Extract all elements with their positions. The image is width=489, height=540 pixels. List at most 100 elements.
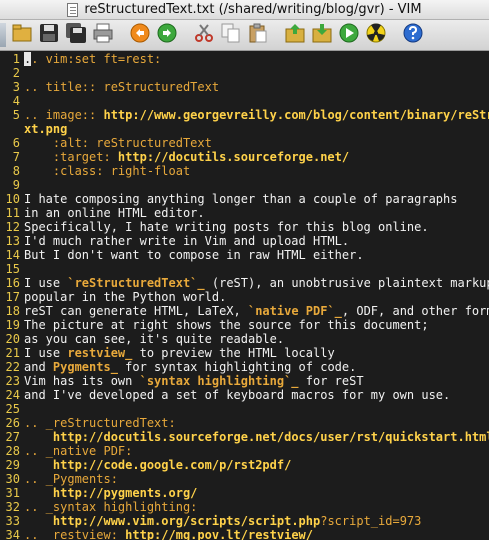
- line-text: Vim has its own `syntax highlighting`_ f…: [20, 374, 364, 388]
- text-segment: reST can generate HTML, LaTeX,: [24, 304, 248, 318]
- save-button[interactable]: [37, 23, 61, 47]
- undo-button[interactable]: [128, 23, 152, 47]
- editor-line[interactable]: 17 popular in the Python world.: [0, 290, 489, 304]
- text-segment: to preview the HTML locally: [132, 346, 335, 360]
- editor-line[interactable]: 4: [0, 94, 489, 108]
- line-number: 9: [12, 178, 20, 192]
- editor-line[interactable]: 1.. vim:set ft=rest:: [0, 52, 489, 66]
- line-number: 28: [5, 444, 20, 458]
- editor-line[interactable]: 28 .. _native PDF:: [0, 444, 489, 458]
- editor-line[interactable]: 32 .. _syntax highlighting:: [0, 500, 489, 514]
- editor-line[interactable]: 31 http://pygments.org/: [0, 486, 489, 500]
- line-number: 29: [5, 458, 20, 472]
- editor-line[interactable]: 11 in an online HTML editor.: [0, 206, 489, 220]
- run-script-button[interactable]: [337, 23, 361, 47]
- editor-line[interactable]: 23 Vim has its own `syntax highlighting`_…: [0, 374, 489, 388]
- paste-button[interactable]: [246, 23, 270, 47]
- text-segment: I hate composing anything longer than a …: [24, 192, 458, 206]
- editor-line[interactable]: 13 I'd much rather write in Vim and uploa…: [0, 234, 489, 248]
- text-segment: [24, 486, 53, 500]
- toolbar-edge: [0, 23, 6, 47]
- print-icon: [92, 22, 114, 48]
- text-segment: for syntax highlighting of code.: [117, 360, 357, 374]
- editor-line[interactable]: 6 :alt: reStructuredText: [0, 136, 489, 150]
- editor-line[interactable]: xt.png: [0, 122, 489, 136]
- cut-button[interactable]: [192, 23, 216, 47]
- text-segment: `syntax highlighting`_: [139, 374, 299, 388]
- text-segment: (reST), an unobtrusive plaintext markup …: [204, 276, 489, 290]
- line-text: .. vim:set ft=rest:: [20, 52, 161, 66]
- line-text: The picture at right shows the source fo…: [20, 318, 429, 332]
- text-segment: . vim:set ft=rest:: [31, 52, 162, 66]
- editor-line[interactable]: 21 I use restview_ to preview the HTML lo…: [0, 346, 489, 360]
- line-text: [20, 178, 24, 192]
- make-button[interactable]: [364, 23, 388, 47]
- text-segment: as you can see, it's quite readable.: [24, 332, 285, 346]
- text-segment: I'd much rather write in Vim and upload …: [24, 234, 350, 248]
- save-session-button[interactable]: [310, 23, 334, 47]
- text-segment: http://docutils.sourceforge.net/docs/use…: [52, 430, 489, 444]
- editor-line[interactable]: 33 http://www.vim.org/scripts/script.php…: [0, 514, 489, 528]
- help-button[interactable]: [401, 23, 425, 47]
- editor-line[interactable]: 7 :target: http://docutils.sourceforge.n…: [0, 150, 489, 164]
- line-number: 26: [5, 416, 20, 430]
- paste-icon: [247, 22, 269, 48]
- line-text: [20, 402, 24, 416]
- line-number: 15: [5, 262, 20, 276]
- save-all-icon: [65, 22, 87, 48]
- line-text: .. _Pygments:: [20, 472, 118, 486]
- editor-line[interactable]: 12 Specifically, I hate writing posts for…: [0, 220, 489, 234]
- text-segment: popular in the Python world.: [24, 290, 227, 304]
- editor-line[interactable]: 14 But I don't want to compose in raw HTM…: [0, 248, 489, 262]
- editor-line[interactable]: 18 reST can generate HTML, LaTeX, `native…: [0, 304, 489, 318]
- line-number: 12: [5, 220, 20, 234]
- editor-line[interactable]: 16 I use `reStructuredText`_ (reST), an u…: [0, 276, 489, 290]
- line-number: 23: [5, 374, 20, 388]
- editor-line[interactable]: 27 http://docutils.sourceforge.net/docs/…: [0, 430, 489, 444]
- editor-line[interactable]: 5.. image:: http://www.georgevreilly.com…: [0, 108, 489, 122]
- open-button[interactable]: [10, 23, 34, 47]
- editor-line[interactable]: 29 http://code.google.com/p/rst2pdf/: [0, 458, 489, 472]
- redo-button[interactable]: [155, 23, 179, 47]
- editor-line[interactable]: 24 and I've developed a set of keyboard m…: [0, 388, 489, 402]
- load-session-button[interactable]: [283, 23, 307, 47]
- editor-line[interactable]: 25: [0, 402, 489, 416]
- line-text: I'd much rather write in Vim and upload …: [20, 234, 349, 248]
- print-button[interactable]: [91, 23, 115, 47]
- editor-line[interactable]: 19 The picture at right shows the source …: [0, 318, 489, 332]
- editor-line[interactable]: 9: [0, 178, 489, 192]
- title-bar: reStructuredText.txt (/shared/writing/bl…: [0, 0, 489, 20]
- text-segment: restview_: [67, 346, 133, 360]
- copy-button[interactable]: [219, 23, 243, 47]
- text-segment: ?script_id=973: [320, 514, 422, 528]
- save-all-button[interactable]: [64, 23, 88, 47]
- editor-line[interactable]: 22 and Pygments_ for syntax highlighting …: [0, 360, 489, 374]
- line-text: Specifically, I hate writing posts for t…: [20, 220, 429, 234]
- line-number: 27: [5, 430, 20, 444]
- line-text: http://code.google.com/p/rst2pdf/: [20, 458, 291, 472]
- line-number: 8: [12, 164, 20, 178]
- editor-line[interactable]: 8 :class: right-float: [0, 164, 489, 178]
- editor-line[interactable]: 10 I hate composing anything longer than …: [0, 192, 489, 206]
- text-segment: .. _syntax highlighting:: [24, 500, 198, 514]
- text-segment: http://mg.pov.lt/restview/: [125, 528, 313, 540]
- line-number: 17: [5, 290, 20, 304]
- editor-line[interactable]: 34.. _restview: http://mg.pov.lt/restvie…: [0, 528, 489, 540]
- editor-line[interactable]: 3 .. title:: reStructuredText: [0, 80, 489, 94]
- line-number: 11: [5, 206, 20, 220]
- text-segment: [24, 514, 53, 528]
- editor-line[interactable]: 20 as you can see, it's quite readable.: [0, 332, 489, 346]
- text-segment: and I've developed a set of keyboard mac…: [24, 388, 451, 402]
- text-segment: , ODF, and other format: [341, 304, 489, 318]
- line-text: I use restview_ to preview the HTML loca…: [20, 346, 335, 360]
- text-segment: [24, 430, 53, 444]
- line-number: 31: [5, 486, 20, 500]
- editor-buffer[interactable]: 1.. vim:set ft=rest: 2 3 .. title:: reStruc…: [0, 52, 489, 540]
- editor-line[interactable]: 30 .. _Pygments:: [0, 472, 489, 486]
- editor-line[interactable]: 2: [0, 66, 489, 80]
- editor-line[interactable]: 15: [0, 262, 489, 276]
- editor-line[interactable]: 26 .. _reStructuredText:: [0, 416, 489, 430]
- line-text: [20, 262, 24, 276]
- make-icon: [365, 22, 387, 48]
- undo-icon: [129, 22, 151, 48]
